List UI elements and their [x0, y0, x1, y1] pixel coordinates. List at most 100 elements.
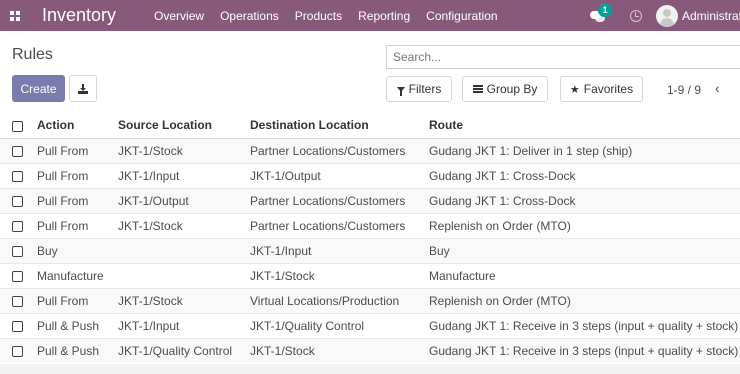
user-avatar[interactable]	[656, 4, 678, 27]
apps-menu-icon[interactable]	[0, 0, 30, 31]
cell-source-location: JKT-1/Stock	[108, 137, 240, 163]
cell-action: Buy	[26, 237, 108, 263]
cell-route: Manufacture	[419, 262, 740, 288]
menu-item-operations[interactable]: Operations	[220, 9, 279, 23]
main-menu: Overview Operations Products Reporting C…	[154, 9, 514, 23]
cell-route: Buy	[419, 237, 740, 263]
discuss-chat-icon[interactable]: 1	[590, 3, 612, 23]
activity-clock-icon[interactable]	[630, 9, 642, 22]
cell-action: Pull From	[26, 212, 108, 238]
cell-route: Gudang JKT 1: Cross-Dock	[419, 187, 740, 213]
cell-action: Pull & Push	[26, 337, 108, 363]
cell-action: Pull From	[26, 287, 108, 313]
cell-source-location	[108, 237, 240, 263]
column-header-destination-location[interactable]: Destination Location	[240, 113, 419, 139]
cell-source-location: JKT-1/Output	[108, 187, 240, 213]
cell-route: Gudang JKT 1: Receive in 3 steps (input …	[419, 312, 740, 338]
group-by-button[interactable]: Group By	[462, 76, 548, 102]
table-row[interactable]: Pull & Push JKT-1/Quality Control JKT-1/…	[0, 337, 740, 363]
cell-destination-location: Partner Locations/Customers	[240, 137, 419, 163]
row-checkbox-cell	[0, 212, 26, 238]
table-row[interactable]: Pull & Push JKT-1/Input JKT-1/Quality Co…	[0, 312, 740, 338]
create-button[interactable]: Create	[12, 75, 65, 102]
menu-item-configuration[interactable]: Configuration	[426, 9, 497, 23]
cell-route: Gudang JKT 1: Receive in 3 steps (input …	[419, 337, 740, 363]
row-checkbox[interactable]	[12, 145, 23, 157]
search-input[interactable]	[393, 50, 740, 64]
user-name[interactable]: Administrator	[682, 9, 740, 23]
export-button[interactable]	[69, 75, 97, 102]
app-title[interactable]: Inventory	[42, 5, 116, 26]
row-checkbox[interactable]	[12, 295, 23, 307]
menu-item-products[interactable]: Products	[295, 9, 342, 23]
cell-destination-location: Partner Locations/Customers	[240, 187, 419, 213]
table-row[interactable]: Manufacture JKT-1/Stock Manufacture	[0, 262, 740, 288]
table-row[interactable]: Pull From JKT-1/Stock Virtual Locations/…	[0, 287, 740, 313]
menu-item-reporting[interactable]: Reporting	[358, 9, 410, 23]
cell-destination-location: JKT-1/Input	[240, 237, 419, 263]
list-footer	[0, 364, 740, 374]
column-header-source-location[interactable]: Source Location	[108, 113, 240, 139]
row-checkbox-cell	[0, 262, 26, 288]
cell-action: Pull & Push	[26, 312, 108, 338]
column-header-route[interactable]: Route	[419, 113, 740, 139]
navbar-systray: 1 Administrator	[590, 0, 740, 31]
row-checkbox-cell	[0, 187, 26, 213]
row-checkbox[interactable]	[12, 245, 23, 257]
table-row[interactable]: Buy JKT-1/Input Buy	[0, 237, 740, 263]
table-row[interactable]: Pull From JKT-1/Input JKT-1/Output Gudan…	[0, 162, 740, 188]
cell-destination-location: Virtual Locations/Production	[240, 287, 419, 313]
cell-route: Gudang JKT 1: Deliver in 1 step (ship)	[419, 137, 740, 163]
select-all-checkbox-cell	[0, 113, 26, 139]
row-checkbox[interactable]	[12, 220, 23, 232]
row-checkbox-cell	[0, 287, 26, 313]
cell-source-location: JKT-1/Stock	[108, 287, 240, 313]
select-all-checkbox[interactable]	[12, 120, 23, 132]
cell-action: Manufacture	[26, 262, 108, 288]
group-by-label: Group By	[486, 82, 538, 96]
cell-action: Pull From	[26, 187, 108, 213]
bars-icon	[472, 85, 483, 93]
row-checkbox-cell	[0, 162, 26, 188]
row-checkbox[interactable]	[12, 195, 23, 207]
row-checkbox[interactable]	[12, 320, 23, 332]
search-box	[386, 45, 740, 69]
filter-icon	[396, 86, 405, 96]
table-row[interactable]: Pull From JKT-1/Stock Partner Locations/…	[0, 137, 740, 163]
cell-route: Replenish on Order (MTO)	[419, 287, 740, 313]
cell-destination-location: Partner Locations/Customers	[240, 212, 419, 238]
pager-previous-icon[interactable]: ‹	[715, 80, 720, 96]
table-header-row: Action Source Location Destination Locat…	[0, 113, 740, 139]
cell-action: Pull From	[26, 137, 108, 163]
cell-action: Pull From	[26, 162, 108, 188]
chat-count-badge: 1	[598, 3, 612, 17]
row-checkbox-cell	[0, 312, 26, 338]
cell-source-location	[108, 262, 240, 288]
pager-value[interactable]: 1-9 / 9	[667, 83, 701, 97]
cell-route: Gudang JKT 1: Cross-Dock	[419, 162, 740, 188]
cell-destination-location: JKT-1/Output	[240, 162, 419, 188]
breadcrumb: Rules	[12, 46, 53, 63]
column-header-action[interactable]: Action	[26, 113, 108, 139]
row-checkbox-cell	[0, 237, 26, 263]
favorites-button[interactable]: ★ Favorites	[560, 76, 643, 102]
top-navbar: Inventory Overview Operations Products R…	[0, 0, 740, 31]
menu-item-overview[interactable]: Overview	[154, 9, 204, 23]
cell-source-location: JKT-1/Input	[108, 312, 240, 338]
filters-button[interactable]: Filters	[386, 76, 452, 102]
row-checkbox-cell	[0, 337, 26, 363]
rules-list-table: Action Source Location Destination Locat…	[0, 113, 740, 363]
row-checkbox-cell	[0, 137, 26, 163]
favorites-label: Favorites	[583, 82, 634, 96]
table-row[interactable]: Pull From JKT-1/Stock Partner Locations/…	[0, 212, 740, 238]
row-checkbox[interactable]	[12, 270, 23, 282]
cell-route: Replenish on Order (MTO)	[419, 212, 740, 238]
cell-source-location: JKT-1/Stock	[108, 212, 240, 238]
row-checkbox[interactable]	[12, 346, 23, 358]
cell-source-location: JKT-1/Quality Control	[108, 337, 240, 363]
row-checkbox[interactable]	[12, 170, 23, 182]
cell-destination-location: JKT-1/Stock	[240, 337, 419, 363]
cell-source-location: JKT-1/Input	[108, 162, 240, 188]
download-icon	[78, 83, 88, 94]
table-row[interactable]: Pull From JKT-1/Output Partner Locations…	[0, 187, 740, 213]
